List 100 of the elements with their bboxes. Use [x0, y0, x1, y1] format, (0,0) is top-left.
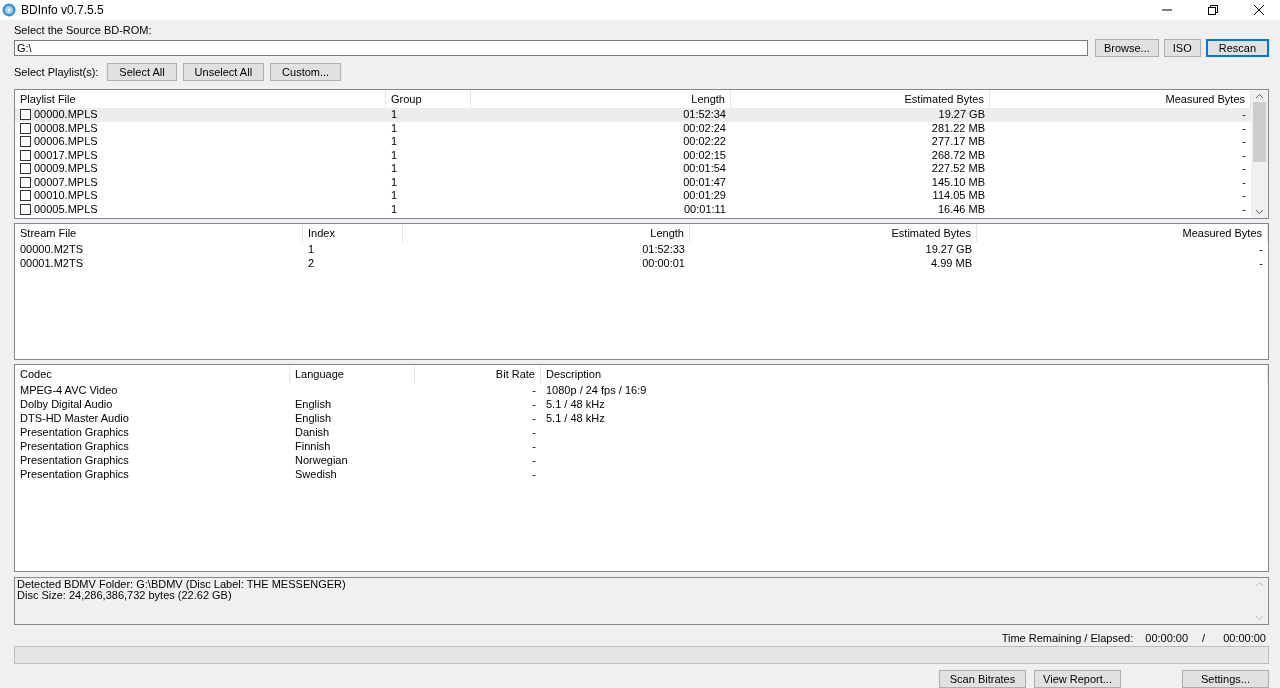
- playlist-select-label: Select Playlist(s):: [14, 65, 99, 79]
- table-cell-text: 227.52 MB: [930, 162, 986, 176]
- table-cell-text: 00:01:47: [682, 175, 727, 189]
- column-header[interactable]: Stream File: [15, 224, 303, 242]
- table-cell-text: 1: [390, 189, 399, 203]
- table-cell: Presentation Graphics: [20, 453, 129, 466]
- action-button[interactable]: Scan Bitrates: [939, 670, 1026, 688]
- table-cell-text: 1: [307, 242, 316, 256]
- table-cell-text: 1: [390, 121, 399, 135]
- column-header[interactable]: Codec: [15, 365, 290, 383]
- scrollbar-thumb[interactable]: [1253, 102, 1266, 162]
- source-button[interactable]: ISO: [1163, 39, 1201, 57]
- playlist-file-text: 00006.MPLS: [34, 135, 98, 149]
- playlist-file-text: 00010.MPLS: [34, 189, 98, 203]
- table-cell: English: [295, 397, 332, 410]
- table-cell-text: 19.27 GB: [924, 242, 973, 256]
- column-header[interactable]: Index: [303, 224, 403, 242]
- scroll-down-icon[interactable]: [1255, 209, 1264, 215]
- table-cell: Presentation Graphics: [20, 439, 129, 452]
- playlist-file-text: 00007.MPLS: [34, 175, 98, 189]
- playlist-row[interactable]: 00000.MPLS 1 01:52:34 19.27 GB -: [15, 108, 1251, 122]
- source-path-field[interactable]: G:\: [14, 40, 1088, 56]
- table-cell-text: 00:01:54: [682, 162, 727, 176]
- table-cell-text: 16.46 MB: [936, 202, 986, 216]
- checkbox[interactable]: [20, 149, 31, 161]
- playlist-file-text: 00000.MPLS: [34, 108, 98, 122]
- table-cell-text: 01:52:34: [682, 108, 727, 122]
- table-cell: -: [532, 453, 536, 466]
- close-icon[interactable]: [1254, 5, 1264, 15]
- playlist-select-button[interactable]: Custom...: [270, 63, 342, 81]
- table-cell-text: -: [1241, 121, 1247, 135]
- table-cell-text: 2: [307, 256, 316, 270]
- playlist-select-button[interactable]: Select All: [107, 63, 177, 81]
- column-header[interactable]: Language: [290, 365, 415, 383]
- scrollbar[interactable]: [1251, 90, 1268, 218]
- table-cell: Swedish: [295, 467, 337, 480]
- table-cell-text: 1: [390, 162, 399, 176]
- source-button[interactable]: Rescan: [1205, 39, 1269, 57]
- table-cell-text: 00:02:24: [682, 121, 727, 135]
- column-header[interactable]: Bit Rate: [415, 365, 541, 383]
- playlist-file-text: 00009.MPLS: [34, 162, 98, 176]
- playlist-row[interactable]: 00010.MPLS 1 00:01:29 114.05 MB -: [15, 189, 1251, 203]
- table-cell-text: 277.17 MB: [930, 135, 986, 149]
- checkbox[interactable]: [20, 163, 31, 175]
- playlist-row[interactable]: 00006.MPLS 1 00:02:22 277.17 MB -: [15, 135, 1251, 149]
- table-cell-text: 268.72 MB: [930, 148, 986, 162]
- table-cell-text: 00:00:01: [641, 256, 686, 270]
- table-cell: -: [532, 439, 536, 452]
- playlist-row[interactable]: 00009.MPLS 1 00:01:54 227.52 MB -: [15, 162, 1251, 176]
- table-cell: -: [532, 397, 536, 410]
- table-cell: 5.1 / 48 kHz: [546, 397, 605, 410]
- table-cell-text: -: [1258, 242, 1264, 256]
- action-button[interactable]: View Report...: [1034, 670, 1121, 688]
- table-cell-text: 114.05 MB: [931, 189, 986, 203]
- checkbox[interactable]: [20, 109, 31, 121]
- scroll-up-icon[interactable]: [1255, 93, 1264, 99]
- table-cell: Finnish: [295, 439, 331, 452]
- checkbox[interactable]: [20, 190, 31, 202]
- playlist-file-text: 00005.MPLS: [34, 202, 98, 216]
- checkbox[interactable]: [20, 136, 31, 148]
- playlist-row[interactable]: 00007.MPLS 1 00:01:47 145.10 MB -: [15, 175, 1251, 189]
- table-cell-text: 19.27 GB: [937, 108, 986, 122]
- action-button[interactable]: Settings...: [1182, 670, 1269, 688]
- table-cell: -: [532, 425, 536, 438]
- table-cell-text: 00:02:15: [682, 148, 727, 162]
- table-cell-text: 281.22 MB: [930, 121, 986, 135]
- column-header[interactable]: Estimated Bytes: [690, 224, 977, 242]
- playlist-row[interactable]: 00008.MPLS 1 00:02:24 281.22 MB -: [15, 121, 1251, 135]
- time-elapsed: 00:00:00: [1223, 631, 1266, 644]
- table-cell: -: [532, 467, 536, 480]
- table-cell-text: -: [1241, 175, 1247, 189]
- table-cell-text: 00001.M2TS: [19, 256, 84, 270]
- table-cell: English: [295, 411, 332, 424]
- source-button[interactable]: Browse...: [1094, 39, 1159, 57]
- table-cell-text: -: [1241, 108, 1247, 122]
- scroll-down-icon: [1255, 615, 1264, 621]
- table-cell-text: -: [1258, 256, 1264, 270]
- table-cell: -: [532, 411, 536, 424]
- column-header[interactable]: Length: [403, 224, 690, 242]
- playlist-file-text: 00008.MPLS: [34, 121, 98, 135]
- checkbox[interactable]: [20, 203, 31, 215]
- checkbox[interactable]: [20, 122, 31, 134]
- checkbox[interactable]: [20, 176, 31, 188]
- playlist-select-button[interactable]: Unselect All: [182, 63, 265, 81]
- table-cell-text: -: [1241, 162, 1247, 176]
- column-header[interactable]: Measured Bytes: [977, 224, 1268, 242]
- restore-icon[interactable]: [1208, 5, 1218, 15]
- playlist-row[interactable]: 00017.MPLS 1 00:02:15 268.72 MB -: [15, 148, 1251, 162]
- time-label: Time Remaining / Elapsed:: [1001, 631, 1134, 644]
- table-cell-text: 1: [390, 135, 399, 149]
- source-label: Select the Source BD-ROM:: [14, 24, 153, 37]
- table-cell: Presentation Graphics: [20, 467, 129, 480]
- playlist-row[interactable]: 00005.MPLS 1 00:01:11 16.46 MB -: [15, 202, 1251, 216]
- table-cell-text: 145.10 MB: [930, 175, 986, 189]
- table-cell-text: -: [1241, 189, 1247, 203]
- table-cell-text: -: [1241, 135, 1247, 149]
- table-cell: Dolby Digital Audio: [20, 397, 113, 410]
- scroll-up-icon: [1255, 581, 1264, 587]
- column-header[interactable]: Description: [541, 365, 1268, 383]
- table-cell-text: -: [1241, 148, 1247, 162]
